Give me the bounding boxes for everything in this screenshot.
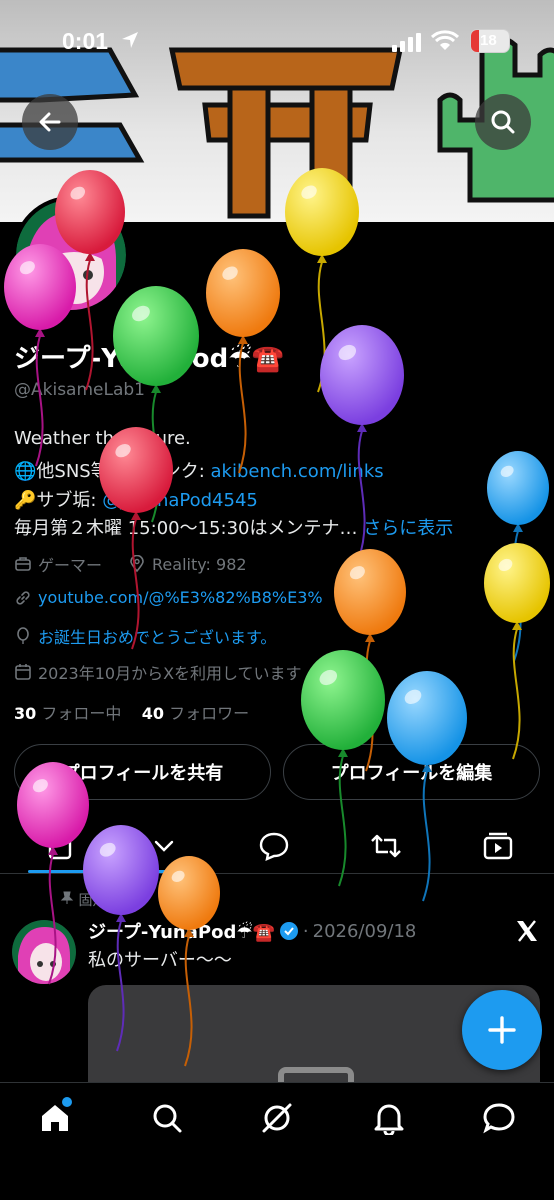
profile-banner[interactable]: 0:01 18 [0, 0, 554, 222]
followers-label: フォロワー [169, 704, 250, 723]
active-tab-indicator [28, 870, 198, 873]
home-notification-dot [62, 1097, 72, 1107]
bio-text: 毎月第２木曜 15:00～15:30はメンテナ… [14, 518, 358, 539]
reply-icon [259, 832, 289, 862]
share-profile-button[interactable]: プロフィールを共有 [14, 744, 271, 800]
search-icon [491, 110, 515, 134]
posts-icon [48, 832, 174, 860]
profile-meta-row: ゲーマー Reality: 982 [14, 552, 247, 576]
profile-location: Reality: 982 [152, 554, 247, 574]
pinned-label: 固定 [60, 890, 106, 910]
post-header: ジープ-YunaPod☔☎️ · 2026/09/18 [88, 918, 416, 944]
back-button[interactable] [22, 94, 78, 150]
grok-icon [262, 1103, 292, 1133]
pin-icon [60, 891, 74, 904]
following-count: 30 [14, 704, 37, 723]
location-pin-icon [130, 555, 144, 573]
balloon [334, 549, 406, 772]
edit-profile-button[interactable]: プロフィールを編集 [283, 744, 540, 800]
verified-badge-icon [279, 922, 298, 940]
arrow-left-icon [39, 112, 61, 132]
post-author-name[interactable]: ジープ-YunaPod☔☎️ [88, 918, 275, 944]
nav-messages[interactable] [482, 1101, 516, 1139]
post-separator: · [302, 920, 309, 942]
following-link[interactable]: 30 フォロー中 [14, 704, 121, 723]
search-icon [153, 1104, 182, 1133]
nav-search[interactable] [150, 1101, 184, 1139]
post-author-avatar[interactable] [12, 920, 76, 984]
profile-name: ジープ-YunaPod☔☎️ [14, 344, 284, 374]
bio-link-akibench[interactable]: akibench.com/links [211, 461, 384, 482]
plus-icon [488, 1016, 516, 1044]
post-date[interactable]: 2026/09/18 [313, 921, 417, 942]
post-text: 私のサーバー〜〜 [88, 950, 232, 971]
status-bar: 0:01 18 [0, 26, 554, 58]
profile-website-link[interactable]: youtube.com/@%E3%82%B8%E3% [38, 588, 323, 607]
birthday-message: お誕生日おめでとうございます。 [38, 628, 277, 647]
repost-icon [371, 834, 401, 858]
calendar-icon [15, 664, 31, 680]
tab-reposts[interactable] [368, 828, 404, 868]
bottom-navigation [0, 1082, 554, 1200]
followers-count: 40 [141, 704, 164, 723]
tab-videos[interactable] [480, 828, 516, 868]
search-button[interactable] [475, 94, 531, 150]
notifications-icon [374, 1104, 404, 1137]
profile-category: ゲーマー [38, 556, 103, 575]
bio-text: 🌐他SNS等へのリンク: [14, 461, 211, 482]
balloon-icon [17, 627, 29, 644]
profile-avatar[interactable] [12, 196, 130, 314]
profile-birthday-row: お誕生日おめでとうございます。 [14, 624, 276, 648]
pinned-text: 固定 [78, 893, 107, 909]
nav-notifications[interactable] [372, 1101, 406, 1139]
avatar-art [12, 920, 76, 984]
location-arrow-icon [120, 30, 140, 54]
following-label: フォロー中 [41, 704, 122, 723]
messages-icon [483, 1103, 515, 1134]
bio-line: Weather the future. [14, 428, 191, 449]
tab-posts[interactable] [44, 828, 174, 868]
balloon [484, 543, 550, 760]
bio-mention-link[interactable]: @jpYunaPod4545 [102, 490, 258, 511]
link-icon [16, 590, 30, 605]
bio-maintenance-line: 毎月第２木曜 15:00～15:30はメンテナ… さらに表示 [14, 514, 453, 540]
profile-joined-row: 2023年10月からXを利用しています [14, 660, 302, 684]
tab-replies[interactable] [256, 828, 292, 868]
show-more-link[interactable]: さらに表示 [363, 518, 453, 539]
battery-level: 18 [480, 32, 497, 49]
follow-stats: 30 フォロー中 40 フォロワー [14, 700, 249, 724]
followers-link[interactable]: 40 フォロワー [142, 704, 249, 723]
bio-sub-account-line: 🔑サブ垢: @jpYunaPod4545 [14, 486, 258, 512]
x-logo-icon [514, 918, 540, 948]
profile-tabs [0, 818, 554, 874]
avatar-art [16, 200, 126, 310]
profile-handle: @AkisameLab1 [14, 380, 145, 400]
status-time: 0:01 [62, 28, 109, 54]
cellular-signal-icon [392, 32, 422, 56]
bio-links-line: 🌐他SNS等へのリンク: akibench.com/links [14, 457, 384, 483]
briefcase-icon [15, 557, 31, 571]
wifi-icon [430, 30, 460, 56]
nav-grok[interactable] [260, 1101, 294, 1139]
balloon [487, 451, 549, 662]
battery-indicator: 18 [470, 29, 510, 53]
bio-text: 🔑サブ垢: [14, 490, 103, 511]
profile-website-row: youtube.com/@%E3%82%B8%E3% [14, 588, 323, 607]
profile-joined: 2023年10月からXを利用しています [38, 664, 302, 683]
compose-button[interactable] [462, 990, 542, 1070]
video-icon [483, 832, 513, 860]
